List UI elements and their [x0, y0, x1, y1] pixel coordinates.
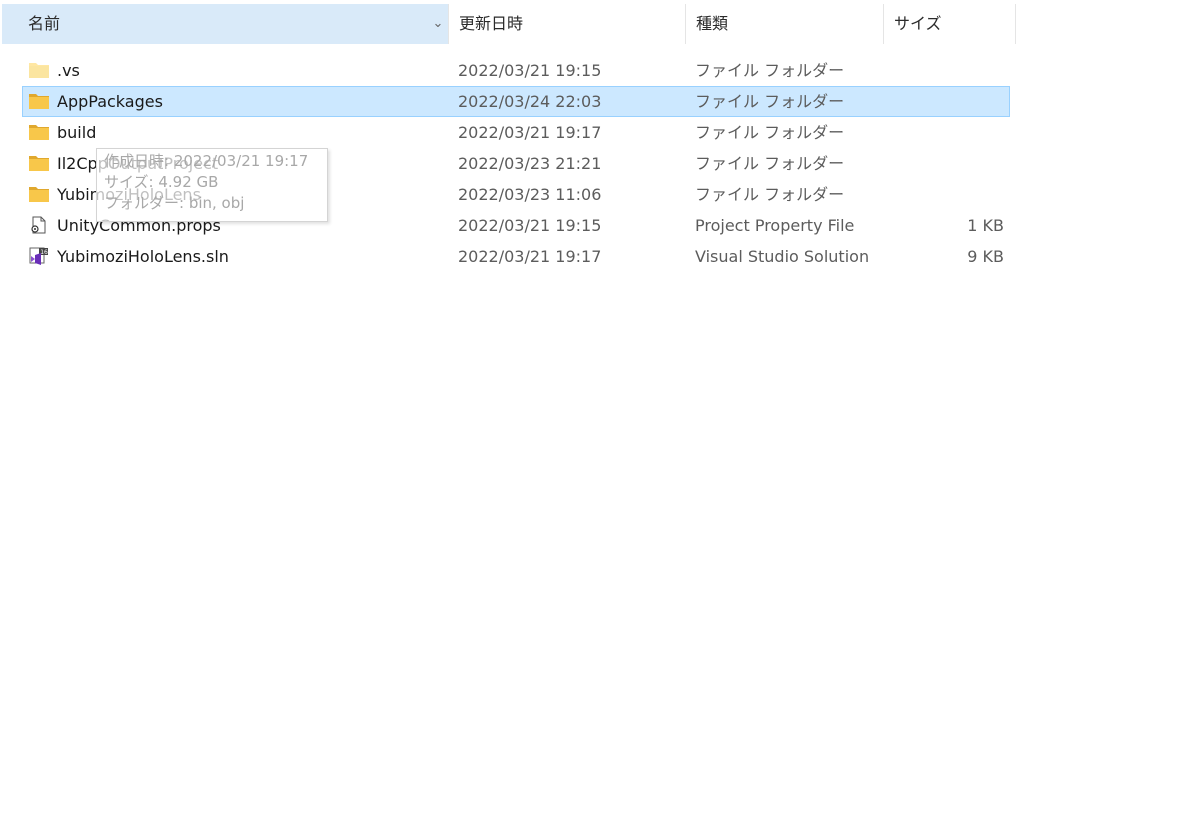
- column-header-size[interactable]: サイズ: [884, 4, 1016, 44]
- column-header-name[interactable]: 名前 ^ ⌄: [2, 0, 449, 44]
- folder-icon: [29, 63, 49, 78]
- column-header-date-label: 更新日時: [459, 14, 524, 33]
- file-type: ファイル フォルダー: [695, 154, 845, 173]
- tooltip-created: 作成日時: 2022/03/21 19:17: [104, 152, 309, 170]
- file-name: .vs: [57, 61, 80, 80]
- column-header-type-label: 種類: [696, 14, 729, 33]
- tooltip-size: サイズ: 4.92 GB: [104, 173, 219, 191]
- column-header-date[interactable]: 更新日時: [449, 4, 686, 44]
- folder-icon: [29, 156, 49, 171]
- folder-info-tooltip: 作成日時: 2022/03/21 19:17 サイズ: 4.92 GB フォルダ…: [96, 148, 328, 222]
- sort-ascending-icon: ^: [228, 0, 243, 10]
- svg-text:16: 16: [40, 249, 48, 256]
- folder-icon: [29, 125, 49, 140]
- file-size: 9 KB: [967, 247, 1004, 266]
- file-type: Visual Studio Solution: [695, 247, 870, 266]
- column-header-name-label: 名前: [28, 14, 61, 33]
- folder-icon: [29, 94, 49, 109]
- file-type: ファイル フォルダー: [695, 92, 845, 111]
- file-row-yubimoziholoLens-sln[interactable]: 16 YubimoziHoloLens.sln 2022/03/21 19:17…: [22, 241, 1010, 272]
- file-date: 2022/03/23 11:06: [458, 185, 602, 204]
- file-size: 1 KB: [967, 216, 1004, 235]
- file-name: YubimoziHoloLens.sln: [57, 247, 229, 266]
- visual-studio-solution-icon: 16: [29, 247, 48, 265]
- column-header-bar: 名前 ^ ⌄ 更新日時 種類 サイズ: [0, 0, 1016, 44]
- file-row-apppackages[interactable]: AppPackages 2022/03/24 22:03 ファイル フォルダー: [22, 86, 1010, 117]
- file-list-view: 名前 ^ ⌄ 更新日時 種類 サイズ .vs 2022/03/21 19:15 …: [0, 0, 1200, 816]
- file-row-build[interactable]: build 2022/03/21 19:17 ファイル フォルダー: [22, 117, 1010, 148]
- column-header-type[interactable]: 種類: [686, 4, 884, 44]
- folder-icon: [29, 187, 49, 202]
- file-date: 2022/03/21 19:15: [458, 216, 602, 235]
- file-type: ファイル フォルダー: [695, 61, 845, 80]
- column-header-size-label: サイズ: [894, 14, 942, 33]
- file-date: 2022/03/21 19:17: [458, 247, 602, 266]
- chevron-down-icon[interactable]: ⌄: [428, 4, 448, 44]
- file-date: 2022/03/21 19:17: [458, 123, 602, 142]
- file-date: 2022/03/21 19:15: [458, 61, 602, 80]
- file-date: 2022/03/24 22:03: [458, 92, 602, 111]
- file-name: AppPackages: [57, 92, 163, 111]
- file-type: ファイル フォルダー: [695, 185, 845, 204]
- file-date: 2022/03/23 21:21: [458, 154, 602, 173]
- file-type: ファイル フォルダー: [695, 123, 845, 142]
- file-name: build: [57, 123, 97, 142]
- file-row-vs[interactable]: .vs 2022/03/21 19:15 ファイル フォルダー: [22, 55, 1010, 86]
- file-type: Project Property File: [695, 216, 855, 235]
- props-file-icon: [31, 216, 46, 234]
- tooltip-folders: フォルダー: bin, obj: [104, 194, 245, 212]
